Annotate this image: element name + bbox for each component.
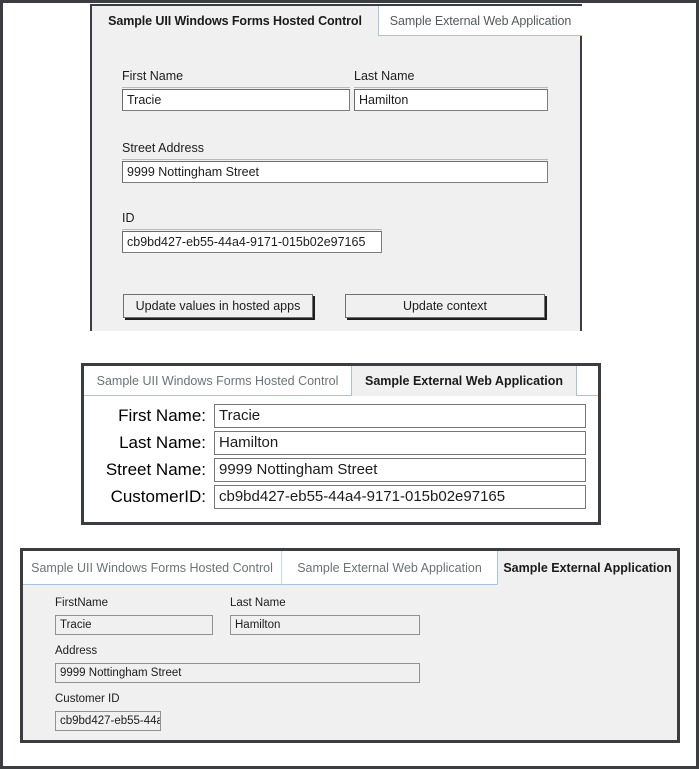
panel2-tab-external-web-app[interactable]: Sample External Web Application	[352, 366, 576, 396]
update-context-button[interactable]: Update context	[345, 294, 545, 318]
panel3-tab-external-app[interactable]: Sample External Application	[497, 551, 677, 585]
panel1-last-name-label: Last Name	[354, 69, 415, 83]
panel2-row-last-name: Last Name: Hamilton	[84, 429, 598, 456]
panel3-tab-hosted-control-label: Sample UII Windows Forms Hosted Control	[31, 560, 273, 575]
panel2-last-name-input[interactable]: Hamilton	[214, 430, 586, 455]
panel3-first-name-label: FirstName	[55, 597, 109, 609]
update-values-in-hosted-apps-button[interactable]: Update values in hosted apps	[123, 294, 313, 318]
panel2-tabstrip: Sample UII Windows Forms Hosted Control …	[84, 366, 598, 396]
panel2-tab-external-web-app-label: Sample External Web Application	[365, 373, 563, 388]
panel1-tab-hosted-control-label: Sample UII Windows Forms Hosted Control	[108, 13, 362, 28]
panel1-first-name-input[interactable]: Tracie	[122, 89, 350, 111]
panel2-first-name-input[interactable]: Tracie	[214, 403, 586, 428]
panel3-address-input[interactable]: 9999 Nottingham Street	[55, 663, 420, 683]
panel3-tabstrip: Sample UII Windows Forms Hosted Control …	[23, 551, 677, 585]
external-web-application-panel: Sample UII Windows Forms Hosted Control …	[81, 363, 601, 525]
panel3-tab-external-web-app-label: Sample External Web Application	[297, 560, 482, 575]
panel3-tab-external-web-app[interactable]: Sample External Web Application	[281, 551, 497, 585]
panel1-street-address-label: Street Address	[122, 141, 204, 155]
panel3-body: FirstName Tracie Last Name Hamilton Addr…	[23, 585, 677, 740]
panel2-last-name-label: Last Name:	[119, 432, 206, 452]
panel3-tab-hosted-control[interactable]: Sample UII Windows Forms Hosted Control	[23, 551, 281, 585]
panel1-first-name-label: First Name	[122, 69, 184, 83]
panel1-id-label: ID	[122, 211, 135, 225]
external-application-panel: Sample UII Windows Forms Hosted Control …	[20, 548, 680, 743]
winforms-hosted-control-panel: Sample UII Windows Forms Hosted Control …	[90, 4, 582, 331]
panel3-first-name-input[interactable]: Tracie	[55, 615, 213, 635]
panel3-customer-id-label: Customer ID	[55, 693, 120, 705]
panel1-street-address-input[interactable]: 9999 Nottingham Street	[122, 161, 548, 183]
panel1-last-name-label-underline	[354, 87, 548, 88]
panel3-address-label: Address	[55, 645, 98, 657]
panel1-tabstrip: Sample UII Windows Forms Hosted Control …	[92, 6, 582, 36]
panel1-id-input[interactable]: cb9bd427-eb55-44a4-9171-015b02e97165	[122, 231, 382, 253]
panel3-customer-id-input[interactable]: cb9bd427-eb55-44a4-9171-015b02e97165	[55, 711, 161, 731]
panel2-tab-overflow[interactable]	[576, 366, 598, 396]
panel2-street-name-input[interactable]: 9999 Nottingham Street	[214, 457, 586, 482]
panel2-tab-hosted-control-label: Sample UII Windows Forms Hosted Control	[96, 373, 339, 388]
panel1-tab-external-web-app-label: Sample External Web Application	[389, 13, 572, 28]
panel2-customer-id-label: CustomerID:	[110, 486, 206, 506]
panel2-street-name-label: Street Name:	[105, 459, 206, 479]
panel1-tab-hosted-control[interactable]: Sample UII Windows Forms Hosted Control	[92, 6, 378, 36]
panel2-row-street-name: Street Name: 9999 Nottingham Street	[84, 456, 598, 483]
panel1-id-label-underline	[122, 229, 382, 230]
panel2-tab-hosted-control[interactable]: Sample UII Windows Forms Hosted Control	[84, 366, 352, 396]
panel1-body: First Name Tracie Last Name Hamilton Str…	[92, 36, 580, 331]
panel2-customer-id-input[interactable]: cb9bd427-eb55-44a4-9171-015b02e97165	[214, 484, 586, 509]
panel2-field-rows: First Name: Tracie Last Name: Hamilton S…	[84, 396, 598, 510]
panel1-first-name-label-underline	[122, 87, 350, 88]
panel3-last-name-input[interactable]: Hamilton	[230, 615, 420, 635]
panel3-tab-external-app-label: Sample External Application	[503, 560, 672, 575]
panel1-street-address-label-underline	[122, 159, 548, 160]
panel3-last-name-label: Last Name	[230, 597, 286, 609]
panel2-row-customer-id: CustomerID: cb9bd427-eb55-44a4-9171-015b…	[84, 483, 598, 510]
panel1-tab-external-web-app[interactable]: Sample External Web Application	[378, 6, 582, 36]
panel2-row-first-name: First Name: Tracie	[84, 402, 598, 429]
panel1-last-name-input[interactable]: Hamilton	[354, 89, 548, 111]
panel2-first-name-label: First Name:	[118, 405, 206, 425]
